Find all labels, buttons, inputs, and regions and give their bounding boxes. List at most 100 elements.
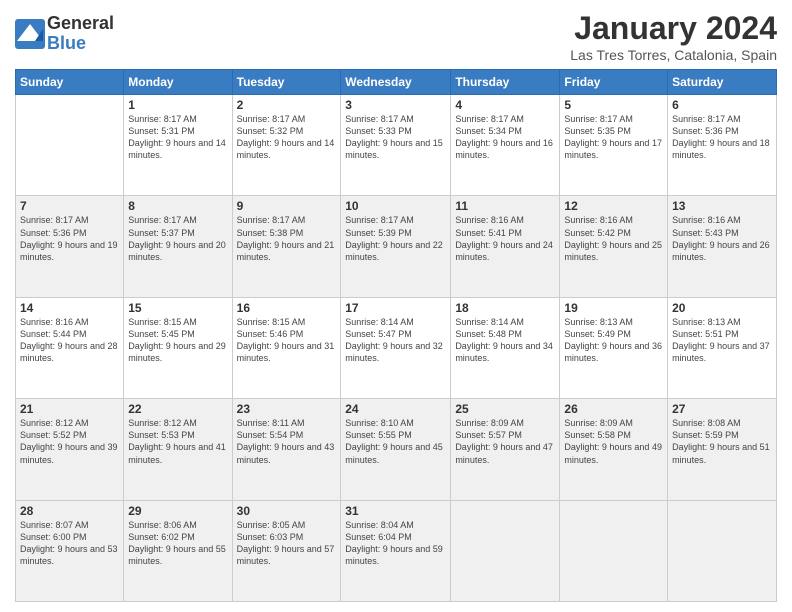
day-number: 29: [128, 504, 227, 518]
day-number: 3: [345, 98, 446, 112]
day-cell: [668, 500, 777, 601]
day-number: 19: [564, 301, 663, 315]
day-number: 8: [128, 199, 227, 213]
day-number: 22: [128, 402, 227, 416]
day-number: 9: [237, 199, 337, 213]
header-row: SundayMondayTuesdayWednesdayThursdayFrid…: [16, 70, 777, 95]
day-info: Sunrise: 8:09 AM Sunset: 5:57 PM Dayligh…: [455, 417, 555, 466]
day-number: 6: [672, 98, 772, 112]
day-cell: 6Sunrise: 8:17 AM Sunset: 5:36 PM Daylig…: [668, 95, 777, 196]
header-cell-wednesday: Wednesday: [341, 70, 451, 95]
day-number: 28: [20, 504, 119, 518]
week-row-5: 28Sunrise: 8:07 AM Sunset: 6:00 PM Dayli…: [16, 500, 777, 601]
day-cell: [451, 500, 560, 601]
day-info: Sunrise: 8:17 AM Sunset: 5:36 PM Dayligh…: [20, 214, 119, 263]
day-info: Sunrise: 8:16 AM Sunset: 5:42 PM Dayligh…: [564, 214, 663, 263]
day-number: 2: [237, 98, 337, 112]
day-info: Sunrise: 8:13 AM Sunset: 5:51 PM Dayligh…: [672, 316, 772, 365]
day-cell: 4Sunrise: 8:17 AM Sunset: 5:34 PM Daylig…: [451, 95, 560, 196]
day-info: Sunrise: 8:17 AM Sunset: 5:39 PM Dayligh…: [345, 214, 446, 263]
header-cell-tuesday: Tuesday: [232, 70, 341, 95]
day-cell: 22Sunrise: 8:12 AM Sunset: 5:53 PM Dayli…: [124, 399, 232, 500]
header-cell-thursday: Thursday: [451, 70, 560, 95]
day-cell: 20Sunrise: 8:13 AM Sunset: 5:51 PM Dayli…: [668, 297, 777, 398]
week-row-3: 14Sunrise: 8:16 AM Sunset: 5:44 PM Dayli…: [16, 297, 777, 398]
calendar-table: SundayMondayTuesdayWednesdayThursdayFrid…: [15, 69, 777, 602]
logo-text: General Blue: [47, 14, 114, 54]
day-cell: 16Sunrise: 8:15 AM Sunset: 5:46 PM Dayli…: [232, 297, 341, 398]
calendar-body: 1Sunrise: 8:17 AM Sunset: 5:31 PM Daylig…: [16, 95, 777, 602]
day-cell: 27Sunrise: 8:08 AM Sunset: 5:59 PM Dayli…: [668, 399, 777, 500]
day-info: Sunrise: 8:14 AM Sunset: 5:48 PM Dayligh…: [455, 316, 555, 365]
day-info: Sunrise: 8:16 AM Sunset: 5:43 PM Dayligh…: [672, 214, 772, 263]
day-cell: 9Sunrise: 8:17 AM Sunset: 5:38 PM Daylig…: [232, 196, 341, 297]
day-cell: 10Sunrise: 8:17 AM Sunset: 5:39 PM Dayli…: [341, 196, 451, 297]
day-number: 25: [455, 402, 555, 416]
week-row-1: 1Sunrise: 8:17 AM Sunset: 5:31 PM Daylig…: [16, 95, 777, 196]
day-cell: 3Sunrise: 8:17 AM Sunset: 5:33 PM Daylig…: [341, 95, 451, 196]
day-number: 1: [128, 98, 227, 112]
day-number: 26: [564, 402, 663, 416]
day-number: 16: [237, 301, 337, 315]
day-number: 31: [345, 504, 446, 518]
day-cell: 15Sunrise: 8:15 AM Sunset: 5:45 PM Dayli…: [124, 297, 232, 398]
day-info: Sunrise: 8:06 AM Sunset: 6:02 PM Dayligh…: [128, 519, 227, 568]
day-cell: 19Sunrise: 8:13 AM Sunset: 5:49 PM Dayli…: [560, 297, 668, 398]
day-number: 21: [20, 402, 119, 416]
day-info: Sunrise: 8:15 AM Sunset: 5:46 PM Dayligh…: [237, 316, 337, 365]
day-number: 23: [237, 402, 337, 416]
day-number: 4: [455, 98, 555, 112]
day-info: Sunrise: 8:05 AM Sunset: 6:03 PM Dayligh…: [237, 519, 337, 568]
day-cell: 21Sunrise: 8:12 AM Sunset: 5:52 PM Dayli…: [16, 399, 124, 500]
day-number: 27: [672, 402, 772, 416]
week-row-4: 21Sunrise: 8:12 AM Sunset: 5:52 PM Dayli…: [16, 399, 777, 500]
header-cell-monday: Monday: [124, 70, 232, 95]
day-info: Sunrise: 8:17 AM Sunset: 5:38 PM Dayligh…: [237, 214, 337, 263]
day-cell: [560, 500, 668, 601]
day-cell: 7Sunrise: 8:17 AM Sunset: 5:36 PM Daylig…: [16, 196, 124, 297]
day-number: 14: [20, 301, 119, 315]
day-number: 10: [345, 199, 446, 213]
day-info: Sunrise: 8:04 AM Sunset: 6:04 PM Dayligh…: [345, 519, 446, 568]
day-cell: 14Sunrise: 8:16 AM Sunset: 5:44 PM Dayli…: [16, 297, 124, 398]
day-number: 20: [672, 301, 772, 315]
day-info: Sunrise: 8:13 AM Sunset: 5:49 PM Dayligh…: [564, 316, 663, 365]
day-info: Sunrise: 8:17 AM Sunset: 5:37 PM Dayligh…: [128, 214, 227, 263]
day-cell: 31Sunrise: 8:04 AM Sunset: 6:04 PM Dayli…: [341, 500, 451, 601]
day-number: 15: [128, 301, 227, 315]
day-number: 30: [237, 504, 337, 518]
day-cell: 28Sunrise: 8:07 AM Sunset: 6:00 PM Dayli…: [16, 500, 124, 601]
day-info: Sunrise: 8:17 AM Sunset: 5:36 PM Dayligh…: [672, 113, 772, 162]
day-number: 17: [345, 301, 446, 315]
day-cell: 25Sunrise: 8:09 AM Sunset: 5:57 PM Dayli…: [451, 399, 560, 500]
day-number: 11: [455, 199, 555, 213]
day-cell: 26Sunrise: 8:09 AM Sunset: 5:58 PM Dayli…: [560, 399, 668, 500]
header: General Blue January 2024 Las Tres Torre…: [15, 10, 777, 63]
day-number: 18: [455, 301, 555, 315]
calendar-page: General Blue January 2024 Las Tres Torre…: [0, 0, 792, 612]
day-number: 24: [345, 402, 446, 416]
day-cell: 17Sunrise: 8:14 AM Sunset: 5:47 PM Dayli…: [341, 297, 451, 398]
day-cell: 24Sunrise: 8:10 AM Sunset: 5:55 PM Dayli…: [341, 399, 451, 500]
day-info: Sunrise: 8:08 AM Sunset: 5:59 PM Dayligh…: [672, 417, 772, 466]
header-cell-friday: Friday: [560, 70, 668, 95]
logo-general: General: [47, 14, 114, 34]
day-cell: 23Sunrise: 8:11 AM Sunset: 5:54 PM Dayli…: [232, 399, 341, 500]
day-info: Sunrise: 8:14 AM Sunset: 5:47 PM Dayligh…: [345, 316, 446, 365]
day-cell: 11Sunrise: 8:16 AM Sunset: 5:41 PM Dayli…: [451, 196, 560, 297]
day-info: Sunrise: 8:11 AM Sunset: 5:54 PM Dayligh…: [237, 417, 337, 466]
week-row-2: 7Sunrise: 8:17 AM Sunset: 5:36 PM Daylig…: [16, 196, 777, 297]
day-number: 12: [564, 199, 663, 213]
calendar-title: January 2024: [570, 10, 777, 47]
day-info: Sunrise: 8:17 AM Sunset: 5:33 PM Dayligh…: [345, 113, 446, 162]
logo-icon: [15, 19, 45, 49]
day-info: Sunrise: 8:10 AM Sunset: 5:55 PM Dayligh…: [345, 417, 446, 466]
logo-blue: Blue: [47, 34, 114, 54]
day-info: Sunrise: 8:17 AM Sunset: 5:34 PM Dayligh…: [455, 113, 555, 162]
day-cell: 8Sunrise: 8:17 AM Sunset: 5:37 PM Daylig…: [124, 196, 232, 297]
day-cell: 29Sunrise: 8:06 AM Sunset: 6:02 PM Dayli…: [124, 500, 232, 601]
day-info: Sunrise: 8:15 AM Sunset: 5:45 PM Dayligh…: [128, 316, 227, 365]
day-cell: 13Sunrise: 8:16 AM Sunset: 5:43 PM Dayli…: [668, 196, 777, 297]
header-cell-saturday: Saturday: [668, 70, 777, 95]
day-number: 7: [20, 199, 119, 213]
